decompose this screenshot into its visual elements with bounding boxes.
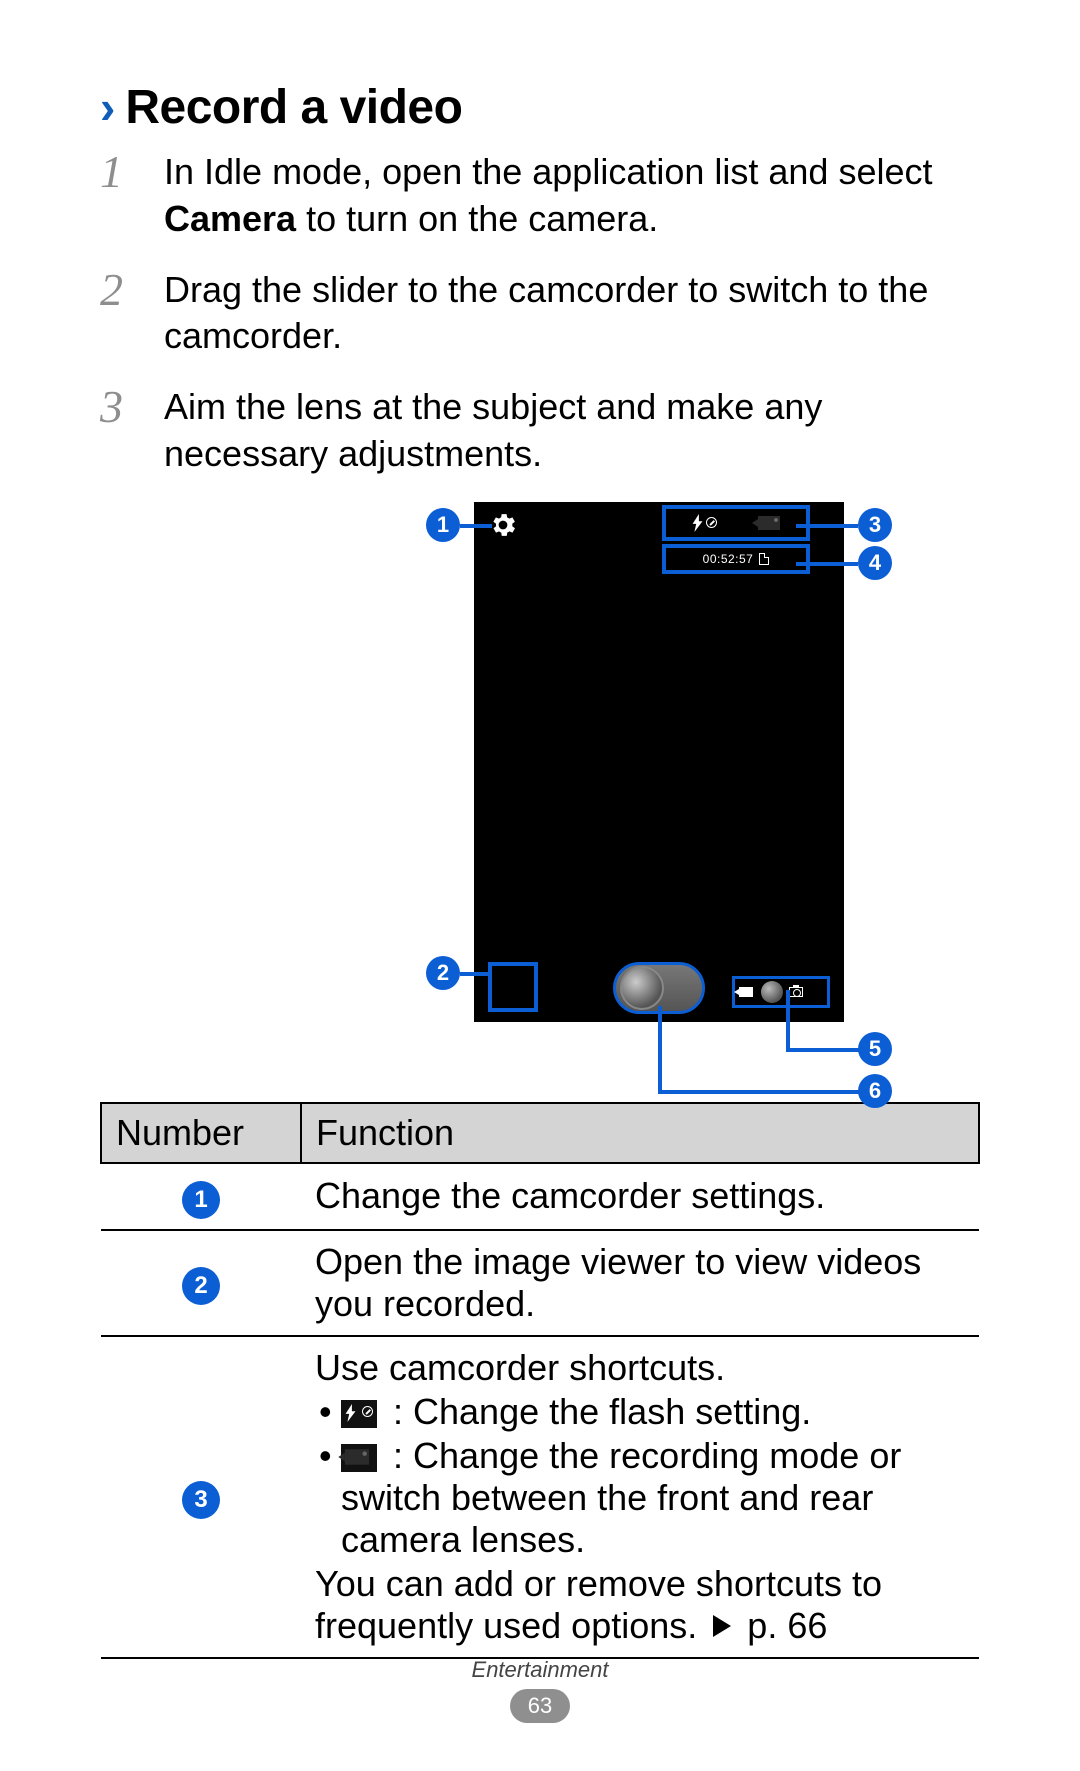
header-number: Number [101,1103,301,1163]
row-badge-3: 3 [182,1481,220,1519]
row-3-bullet-2-text: : Change the recording mode or switch be… [341,1435,901,1560]
row-3-bullet-1-text: : Change the flash setting. [393,1391,811,1432]
step-number: 2 [100,267,140,361]
callout-wire [658,1090,860,1094]
section-heading: › Record a video [100,80,980,135]
page-footer: Entertainment 63 [0,1657,1080,1723]
callout-wire [460,524,492,528]
callout-5: 5 [858,1032,892,1066]
shortcut-box [662,505,810,541]
shutter-button [620,966,664,1010]
callout-1: 1 [426,508,460,542]
function-table: Number Function 1 Change the camcorder s… [100,1102,980,1659]
camcorder-icon [341,1444,377,1472]
callout-wire [796,524,858,528]
callout-6: 6 [858,1074,892,1108]
row-3-intro: Use camcorder shortcuts. [315,1347,965,1389]
record-timestamp: 00:52:57 [703,552,754,566]
step-1: 1 In Idle mode, open the application lis… [100,149,980,243]
step-1-bold: Camera [164,198,296,239]
step-3: 3 Aim the lens at the subject and make a… [100,384,980,478]
step-1-pre: In Idle mode, open the application list … [164,151,933,192]
mode-switch [732,976,830,1008]
callout-wire [796,562,858,566]
header-function: Function [301,1103,979,1163]
callout-3: 3 [858,508,892,542]
step-number: 3 [100,384,140,478]
step-1-post: to turn on the camera. [296,198,658,239]
callout-wire [786,1048,860,1052]
video-icon [739,987,753,997]
flash-off-icon [341,1400,377,1428]
heading-text: Record a video [125,80,462,135]
footer-section-label: Entertainment [0,1657,1080,1683]
switch-knob [761,981,783,1003]
step-number: 1 [100,149,140,243]
camera-icon [789,987,803,997]
callout-wire [786,990,790,1048]
row-3-bullet-1: : Change the flash setting. [315,1391,965,1433]
callout-wire [460,972,492,976]
flash-off-icon [692,514,717,532]
sdcard-icon [759,553,769,565]
row-3-bullet-2: : Change the recording mode or switch be… [315,1435,965,1561]
gear-icon [488,510,518,540]
row-3-pageref: p. 66 [747,1605,827,1646]
triangle-right-icon [713,1615,731,1637]
step-3-text: Aim the lens at the subject and make any… [164,384,980,478]
callout-2: 2 [426,956,460,990]
phone-mock: 00:52:57 [474,502,844,1022]
callout-wire [658,1006,662,1090]
step-2: 2 Drag the slider to the camcorder to sw… [100,267,980,361]
row-1-text: Change the camcorder settings. [301,1163,979,1230]
row-badge-1: 1 [182,1181,220,1219]
thumbnail-box [488,962,538,1012]
storage-box: 00:52:57 [662,544,810,574]
step-2-text: Drag the slider to the camcorder to swit… [164,267,980,361]
row-badge-2: 2 [182,1267,220,1305]
page-number-badge: 63 [510,1689,570,1723]
row-2-text: Open the image viewer to view videos you… [301,1230,979,1336]
callout-4: 4 [858,546,892,580]
chevron-right-icon: › [100,80,115,134]
camcorder-diagram: 00:52:57 1 2 3 4 5 6 [100,502,980,1072]
camcorder-icon [758,516,780,530]
